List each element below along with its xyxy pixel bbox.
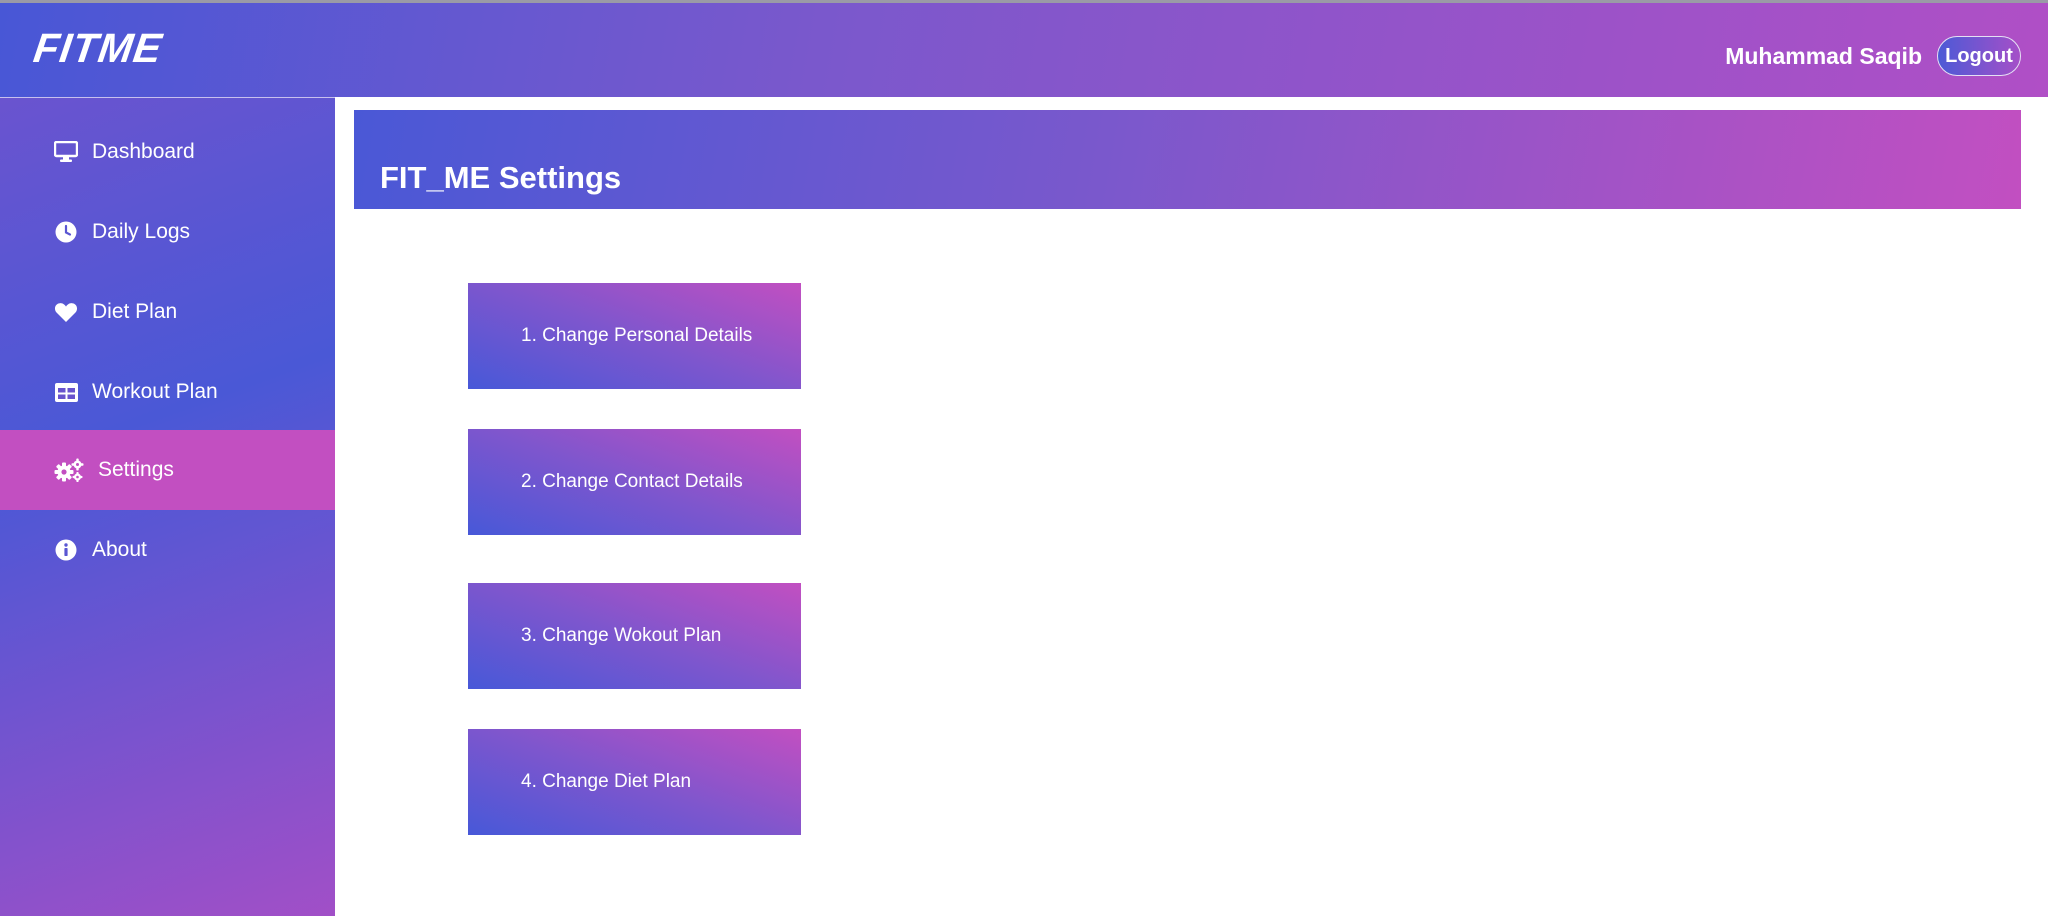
user-name: Muhammad Saqib (1725, 43, 1922, 69)
heart-icon (54, 300, 78, 324)
sidebar-item-dashboard[interactable]: Dashboard (0, 112, 335, 192)
app-logo[interactable]: FITME (31, 25, 165, 72)
change-personal-details-button[interactable]: 1. Change Personal Details (468, 283, 801, 389)
sidebar: Dashboard Daily Logs Diet Plan Workout P… (0, 97, 335, 916)
settings-header: FIT_ME Settings (354, 110, 2021, 209)
sidebar-item-label: Workout Plan (92, 380, 218, 403)
change-contact-details-button[interactable]: 2. Change Contact Details (468, 429, 801, 535)
sidebar-item-settings[interactable]: Settings (0, 430, 335, 510)
change-workout-plan-button[interactable]: 3. Change Wokout Plan (468, 583, 801, 689)
page-title: FIT_ME Settings (380, 160, 622, 195)
change-diet-plan-button[interactable]: 4. Change Diet Plan (468, 729, 801, 835)
top-header: FITME Muhammad Saqib Logout (0, 3, 2048, 97)
info-icon (54, 538, 78, 562)
sidebar-item-label: Daily Logs (92, 220, 191, 243)
sidebar-item-workout-plan[interactable]: Workout Plan (0, 352, 335, 432)
clock-icon (54, 220, 78, 244)
sidebar-item-about[interactable]: About (0, 510, 335, 590)
sidebar-item-diet-plan[interactable]: Diet Plan (0, 272, 335, 352)
sidebar-item-label: Dashboard (92, 140, 195, 163)
sidebar-item-label: Settings (98, 458, 174, 481)
sidebar-item-label: About (92, 538, 147, 561)
monitor-icon (54, 140, 78, 164)
table-icon (54, 380, 78, 404)
gears-icon (54, 458, 84, 482)
logout-button[interactable]: Logout (1937, 36, 2021, 76)
sidebar-item-daily-logs[interactable]: Daily Logs (0, 192, 335, 272)
sidebar-item-label: Diet Plan (92, 300, 178, 323)
